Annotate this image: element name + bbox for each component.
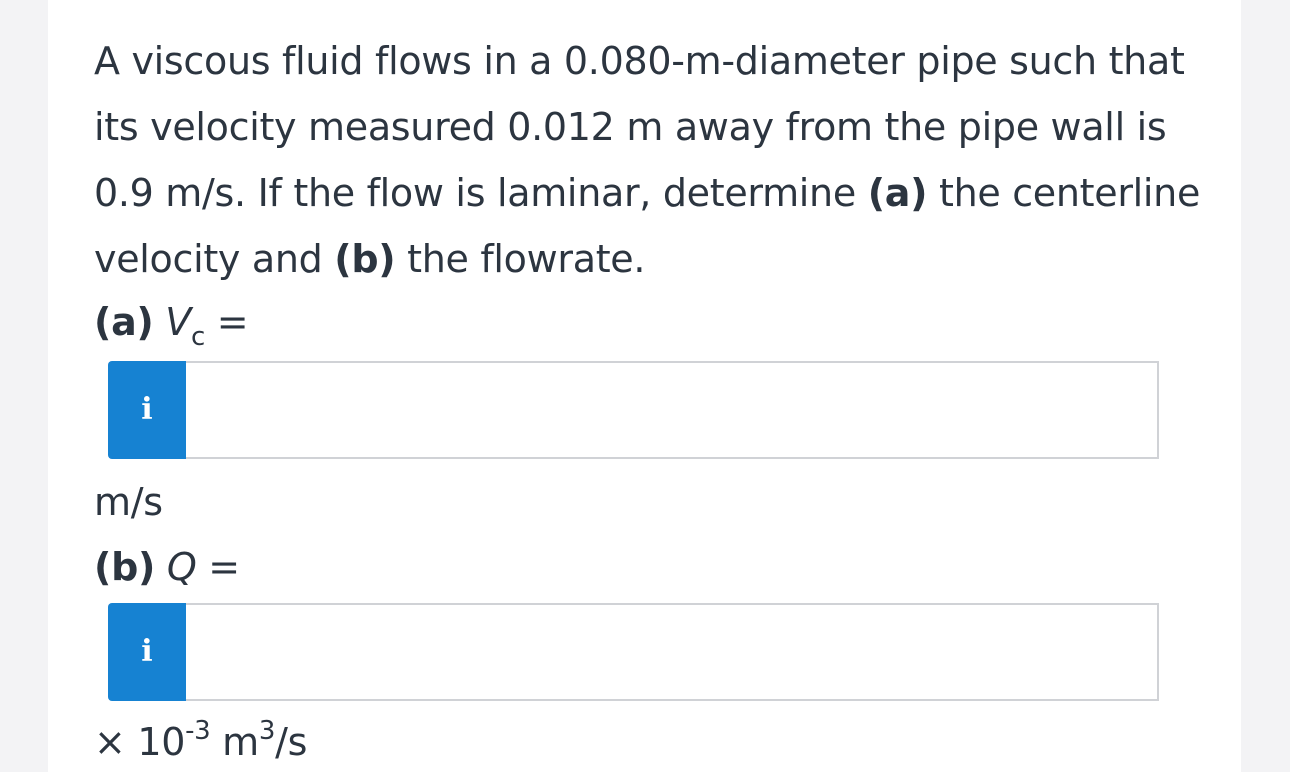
part-b-answer-input[interactable] bbox=[186, 603, 1159, 701]
part-a-subscript: c bbox=[190, 322, 205, 352]
part-b-answer-row: i bbox=[108, 603, 1161, 701]
part-a-label: (a) Vc = bbox=[94, 297, 249, 350]
info-icon: i bbox=[141, 634, 153, 669]
part-b-marker: (b) bbox=[94, 545, 156, 589]
info-icon: i bbox=[141, 392, 153, 427]
part-a-answer-row: i bbox=[108, 361, 1161, 459]
part-b-unit-exponent: -3 bbox=[185, 716, 211, 746]
question-text-3: the flowrate. bbox=[395, 237, 646, 281]
part-b-unit: × 10-3 m3/s bbox=[94, 717, 307, 767]
part-b-unit-prefix: × 10 bbox=[94, 720, 186, 764]
part-a-info-button[interactable]: i bbox=[108, 361, 186, 459]
part-a-unit: m/s bbox=[94, 480, 163, 524]
question-text: A viscous fluid flows in a 0.080-m-diame… bbox=[94, 28, 1224, 292]
part-b-unit-base-exponent: 3 bbox=[258, 716, 276, 746]
part-b-info-button[interactable]: i bbox=[108, 603, 186, 701]
part-b-variable: Q bbox=[166, 545, 197, 589]
part-a-equals: = bbox=[216, 300, 249, 344]
part-b-label: (b) Q = bbox=[94, 542, 240, 592]
question-part-a-marker: (a) bbox=[867, 171, 928, 215]
question-part-b-marker: (b) bbox=[334, 237, 396, 281]
part-a-answer-input[interactable] bbox=[186, 361, 1159, 459]
part-b-unit-base: m bbox=[210, 720, 259, 764]
part-a-marker: (a) bbox=[94, 300, 154, 344]
part-b-unit-suffix: /s bbox=[275, 720, 308, 764]
part-b-equals: = bbox=[208, 545, 240, 589]
part-a-variable: V bbox=[165, 300, 191, 344]
